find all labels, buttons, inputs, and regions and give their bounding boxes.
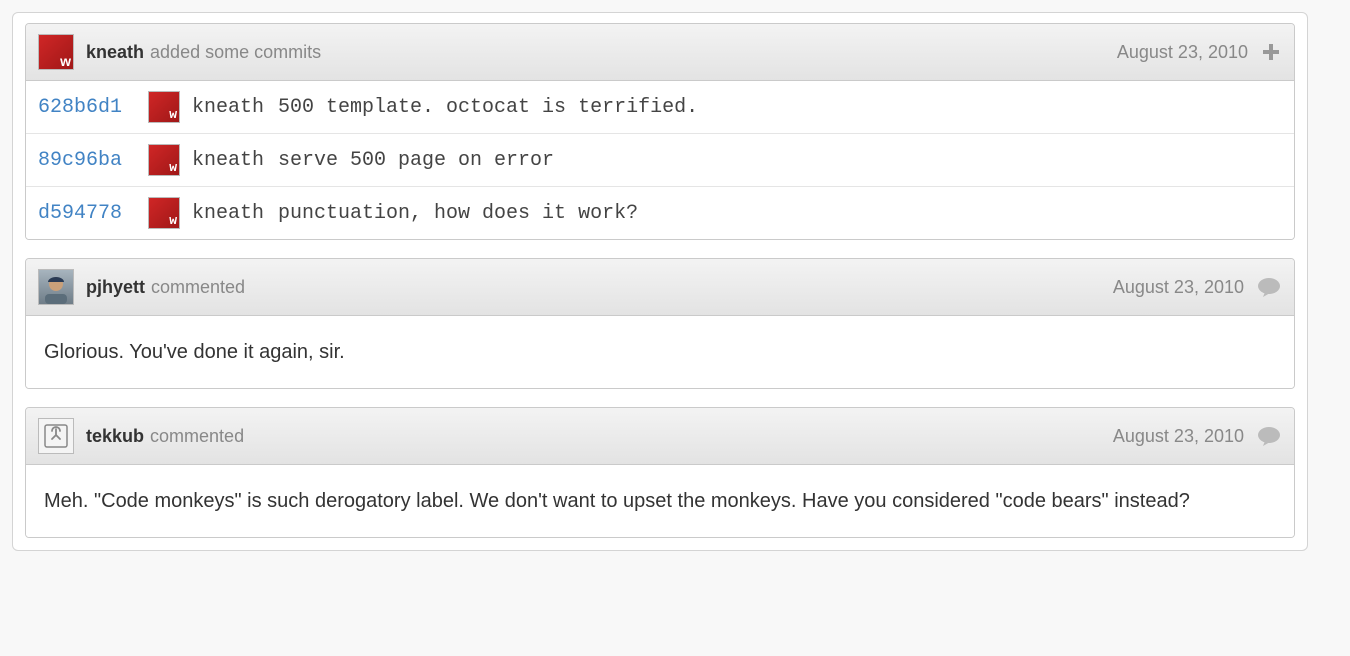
commit-sha-link[interactable]: d594778 (38, 202, 148, 225)
commit-message: 500 template. octocat is terrified. (278, 96, 698, 119)
comment-header: pjhyett commented August 23, 2010 (26, 259, 1294, 316)
activity-panel: w kneath added some commits August 23, 2… (12, 12, 1308, 551)
comment-author-link[interactable]: pjhyett (86, 277, 145, 298)
commit-message: serve 500 page on error (278, 149, 554, 172)
avatar[interactable]: w (38, 34, 74, 70)
commit-author: kneath (192, 149, 264, 172)
commit-author: kneath (192, 202, 264, 225)
commits-block: w kneath added some commits August 23, 2… (25, 23, 1295, 240)
commit-sha-link[interactable]: 89c96ba (38, 149, 148, 172)
comment-icon[interactable] (1256, 425, 1282, 447)
commit-message: punctuation, how does it work? (278, 202, 638, 225)
comment-date: August 23, 2010 (1113, 277, 1244, 298)
commits-header: w kneath added some commits August 23, 2… (26, 24, 1294, 81)
comment-body: Meh. "Code monkeys" is such derogatory l… (26, 465, 1294, 537)
avatar[interactable] (38, 269, 74, 305)
commit-row: 628b6d1 w kneath 500 template. octocat i… (26, 81, 1294, 134)
comment-action-text: commented (151, 277, 245, 298)
commits-action-text: added some commits (150, 42, 321, 63)
comment-icon[interactable] (1256, 276, 1282, 298)
commits-author-link[interactable]: kneath (86, 42, 144, 63)
commit-author: kneath (192, 96, 264, 119)
comment-date: August 23, 2010 (1113, 426, 1244, 447)
avatar[interactable] (38, 418, 74, 454)
avatar[interactable]: w (148, 91, 180, 123)
comment-header: tekkub commented August 23, 2010 (26, 408, 1294, 465)
commit-row: 89c96ba w kneath serve 500 page on error (26, 134, 1294, 187)
commit-row: d594778 w kneath punctuation, how does i… (26, 187, 1294, 239)
commit-sha-link[interactable]: 628b6d1 (38, 96, 148, 119)
comment-action-text: commented (150, 426, 244, 447)
avatar[interactable]: w (148, 144, 180, 176)
comment-author-link[interactable]: tekkub (86, 426, 144, 447)
avatar[interactable]: w (148, 197, 180, 229)
comment-block: pjhyett commented August 23, 2010 Glorio… (25, 258, 1295, 389)
comment-block: tekkub commented August 23, 2010 Meh. "C… (25, 407, 1295, 538)
commits-date: August 23, 2010 (1117, 42, 1248, 63)
plus-icon[interactable] (1260, 41, 1282, 63)
comment-body: Glorious. You've done it again, sir. (26, 316, 1294, 388)
